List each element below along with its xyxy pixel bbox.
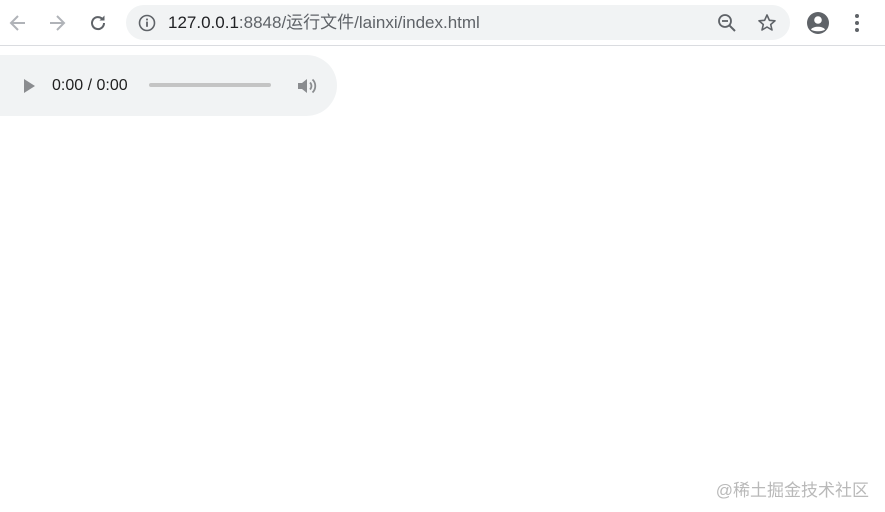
url-path: :8848/运行文件/lainxi/index.html <box>238 13 480 32</box>
watermark: @稀土掘金技术社区 <box>715 481 869 500</box>
zoom-button[interactable] <box>714 10 740 36</box>
volume-button[interactable] <box>295 74 319 98</box>
account-icon <box>807 12 829 34</box>
bookmark-button[interactable] <box>754 10 780 36</box>
forward-button[interactable] <box>41 7 73 39</box>
reload-button[interactable] <box>82 7 114 39</box>
forward-arrow-icon <box>50 15 66 31</box>
audio-time: 0:00 / 0:00 <box>52 77 128 94</box>
menu-button[interactable] <box>842 8 872 38</box>
back-arrow-icon <box>9 15 25 31</box>
volume-icon <box>298 78 317 94</box>
address-bar[interactable]: 127.0.0.1:8848/运行文件/lainxi/index.html <box>126 5 790 40</box>
back-button[interactable] <box>2 7 34 39</box>
play-button[interactable] <box>18 75 40 97</box>
profile-button[interactable] <box>803 8 833 38</box>
reload-icon <box>91 15 106 31</box>
url-host: 127.0.0.1 <box>168 13 239 32</box>
url-text[interactable]: 127.0.0.1:8848/运行文件/lainxi/index.html <box>168 13 480 32</box>
audio-player[interactable]: 0:00 / 0:00 <box>0 55 337 116</box>
play-icon <box>24 79 35 93</box>
zoom-out-icon <box>718 14 736 32</box>
star-icon <box>758 14 776 31</box>
site-info-button[interactable] <box>136 12 158 34</box>
info-icon <box>138 14 156 32</box>
kebab-menu-icon <box>855 14 859 32</box>
audio-progress-slider[interactable] <box>149 83 271 87</box>
browser-toolbar: 127.0.0.1:8848/运行文件/lainxi/index.html <box>0 0 885 46</box>
